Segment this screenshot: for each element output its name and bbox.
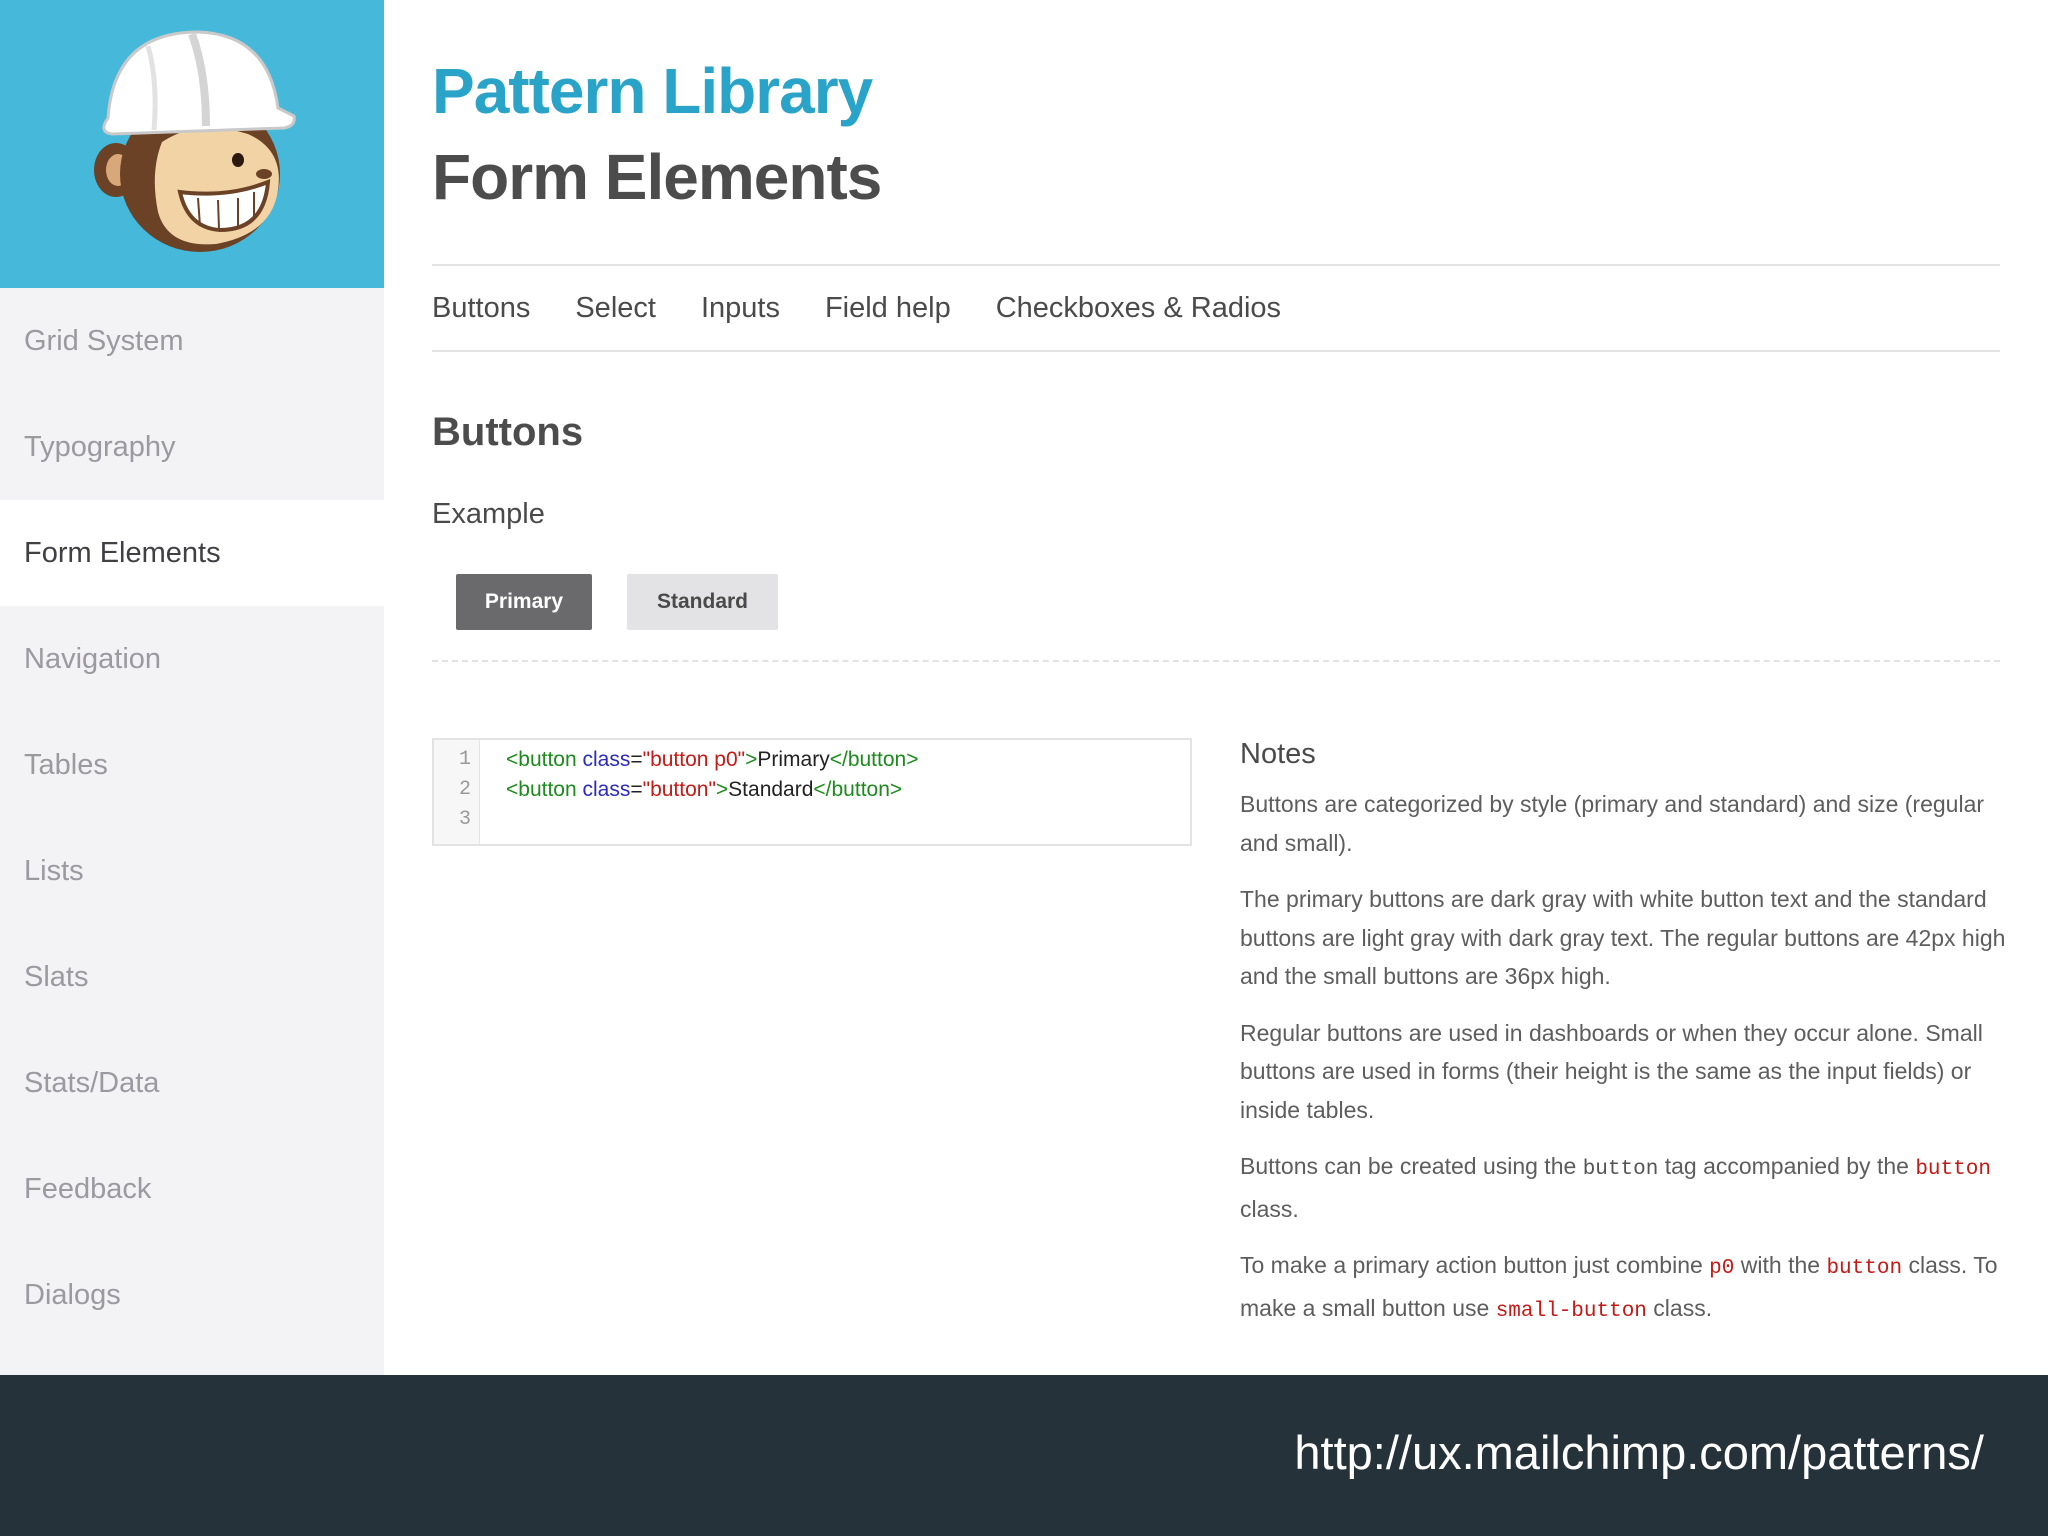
sidebar-nav: Grid System Typography Form Elements Nav… [0, 288, 384, 1348]
inline-code: button [1915, 1158, 1991, 1181]
tab-select[interactable]: Select [575, 292, 656, 325]
inline-code: small-button [1495, 1299, 1647, 1323]
tab-checkboxes-radios[interactable]: Checkboxes & Radios [996, 292, 1281, 325]
code-tag: > [745, 748, 758, 771]
notes-paragraph: The primary buttons are dark gray with w… [1240, 886, 2006, 989]
primary-button[interactable]: Primary [456, 574, 592, 630]
notes-paragraph: To make a primary action button just com… [1240, 1246, 2010, 1331]
sidebar: Grid System Typography Form Elements Nav… [0, 0, 384, 1375]
code-gutter: 1 2 3 [434, 740, 480, 844]
standard-button[interactable]: Standard [627, 574, 778, 630]
code-tag: </button> [829, 748, 919, 771]
divider [432, 660, 2000, 662]
notes-paragraph: Regular buttons are used in dashboards o… [1240, 1019, 1983, 1123]
notes-text: Buttons can be created using the [1240, 1153, 1583, 1179]
sidebar-item-grid-system[interactable]: Grid System [0, 288, 384, 394]
code-string: "button p0" [642, 748, 746, 771]
notes-text: with the [1734, 1252, 1827, 1278]
inline-code: button [1582, 1158, 1659, 1181]
code-tag: > [715, 778, 729, 801]
line-number: 3 [458, 808, 471, 831]
code-attr: class [576, 778, 631, 801]
page-subtitle: Form Elements [432, 141, 882, 213]
sidebar-item-form-elements[interactable]: Form Elements [0, 500, 384, 606]
inline-code: p0 [1709, 1257, 1735, 1280]
code-string: "button" [642, 778, 716, 801]
code-tag: </button> [813, 778, 903, 801]
notes-text: To make a primary action button just com… [1240, 1252, 1710, 1278]
line-number: 2 [458, 778, 471, 801]
code-block[interactable]: 1 2 3 <button class="button p0">Primary<… [432, 738, 1192, 846]
notes-text: tag accompanied by the [1658, 1153, 1916, 1179]
code-line: <button class="button">Standard</button> [506, 778, 902, 802]
code-text: Primary [757, 748, 830, 771]
sidebar-item-feedback[interactable]: Feedback [0, 1136, 384, 1242]
sidebar-item-stats-data[interactable]: Stats/Data [0, 1030, 384, 1136]
code-tag: <button [506, 748, 577, 771]
inline-code: button [1826, 1257, 1903, 1280]
code-tag: <button [506, 778, 577, 801]
page-title: Pattern Library [432, 55, 873, 127]
code-line: <button class="button p0">Primary</butto… [506, 748, 918, 772]
section-heading: Buttons [432, 410, 584, 454]
notes-paragraph: Buttons can be created using the button … [1240, 1147, 2010, 1228]
notes-heading: Notes [1240, 738, 1316, 770]
footer-url: http://ux.mailchimp.com/patterns/ [1294, 1426, 1984, 1479]
code-eq: = [630, 748, 643, 771]
example-label: Example [432, 498, 545, 530]
code-eq: = [630, 778, 643, 801]
sidebar-item-typography[interactable]: Typography [0, 394, 384, 500]
sidebar-item-slats[interactable]: Slats [0, 924, 384, 1030]
freddie-logo-icon [94, 30, 296, 252]
section-tabs: Buttons Select Inputs Field help Checkbo… [432, 264, 2000, 352]
tab-field-help[interactable]: Field help [825, 292, 951, 325]
notes-panel: Notes Buttons are categorized by style (… [1240, 738, 2010, 1349]
notes-text: class. [1240, 1195, 1299, 1222]
sidebar-item-dialogs[interactable]: Dialogs [0, 1242, 384, 1348]
tab-inputs[interactable]: Inputs [701, 292, 780, 325]
code-text: Standard [728, 778, 814, 801]
notes-text: class. [1646, 1294, 1713, 1321]
line-number: 1 [458, 748, 471, 771]
sidebar-item-lists[interactable]: Lists [0, 818, 384, 924]
sidebar-item-navigation[interactable]: Navigation [0, 606, 384, 712]
sidebar-item-tables[interactable]: Tables [0, 712, 384, 818]
code-attr: class [576, 748, 631, 771]
notes-paragraph: Buttons are categorized by style (primar… [1240, 791, 1985, 856]
tab-buttons[interactable]: Buttons [432, 292, 530, 325]
footer-bar: http://ux.mailchimp.com/patterns/ [0, 1375, 2048, 1536]
logo-area [0, 0, 384, 288]
